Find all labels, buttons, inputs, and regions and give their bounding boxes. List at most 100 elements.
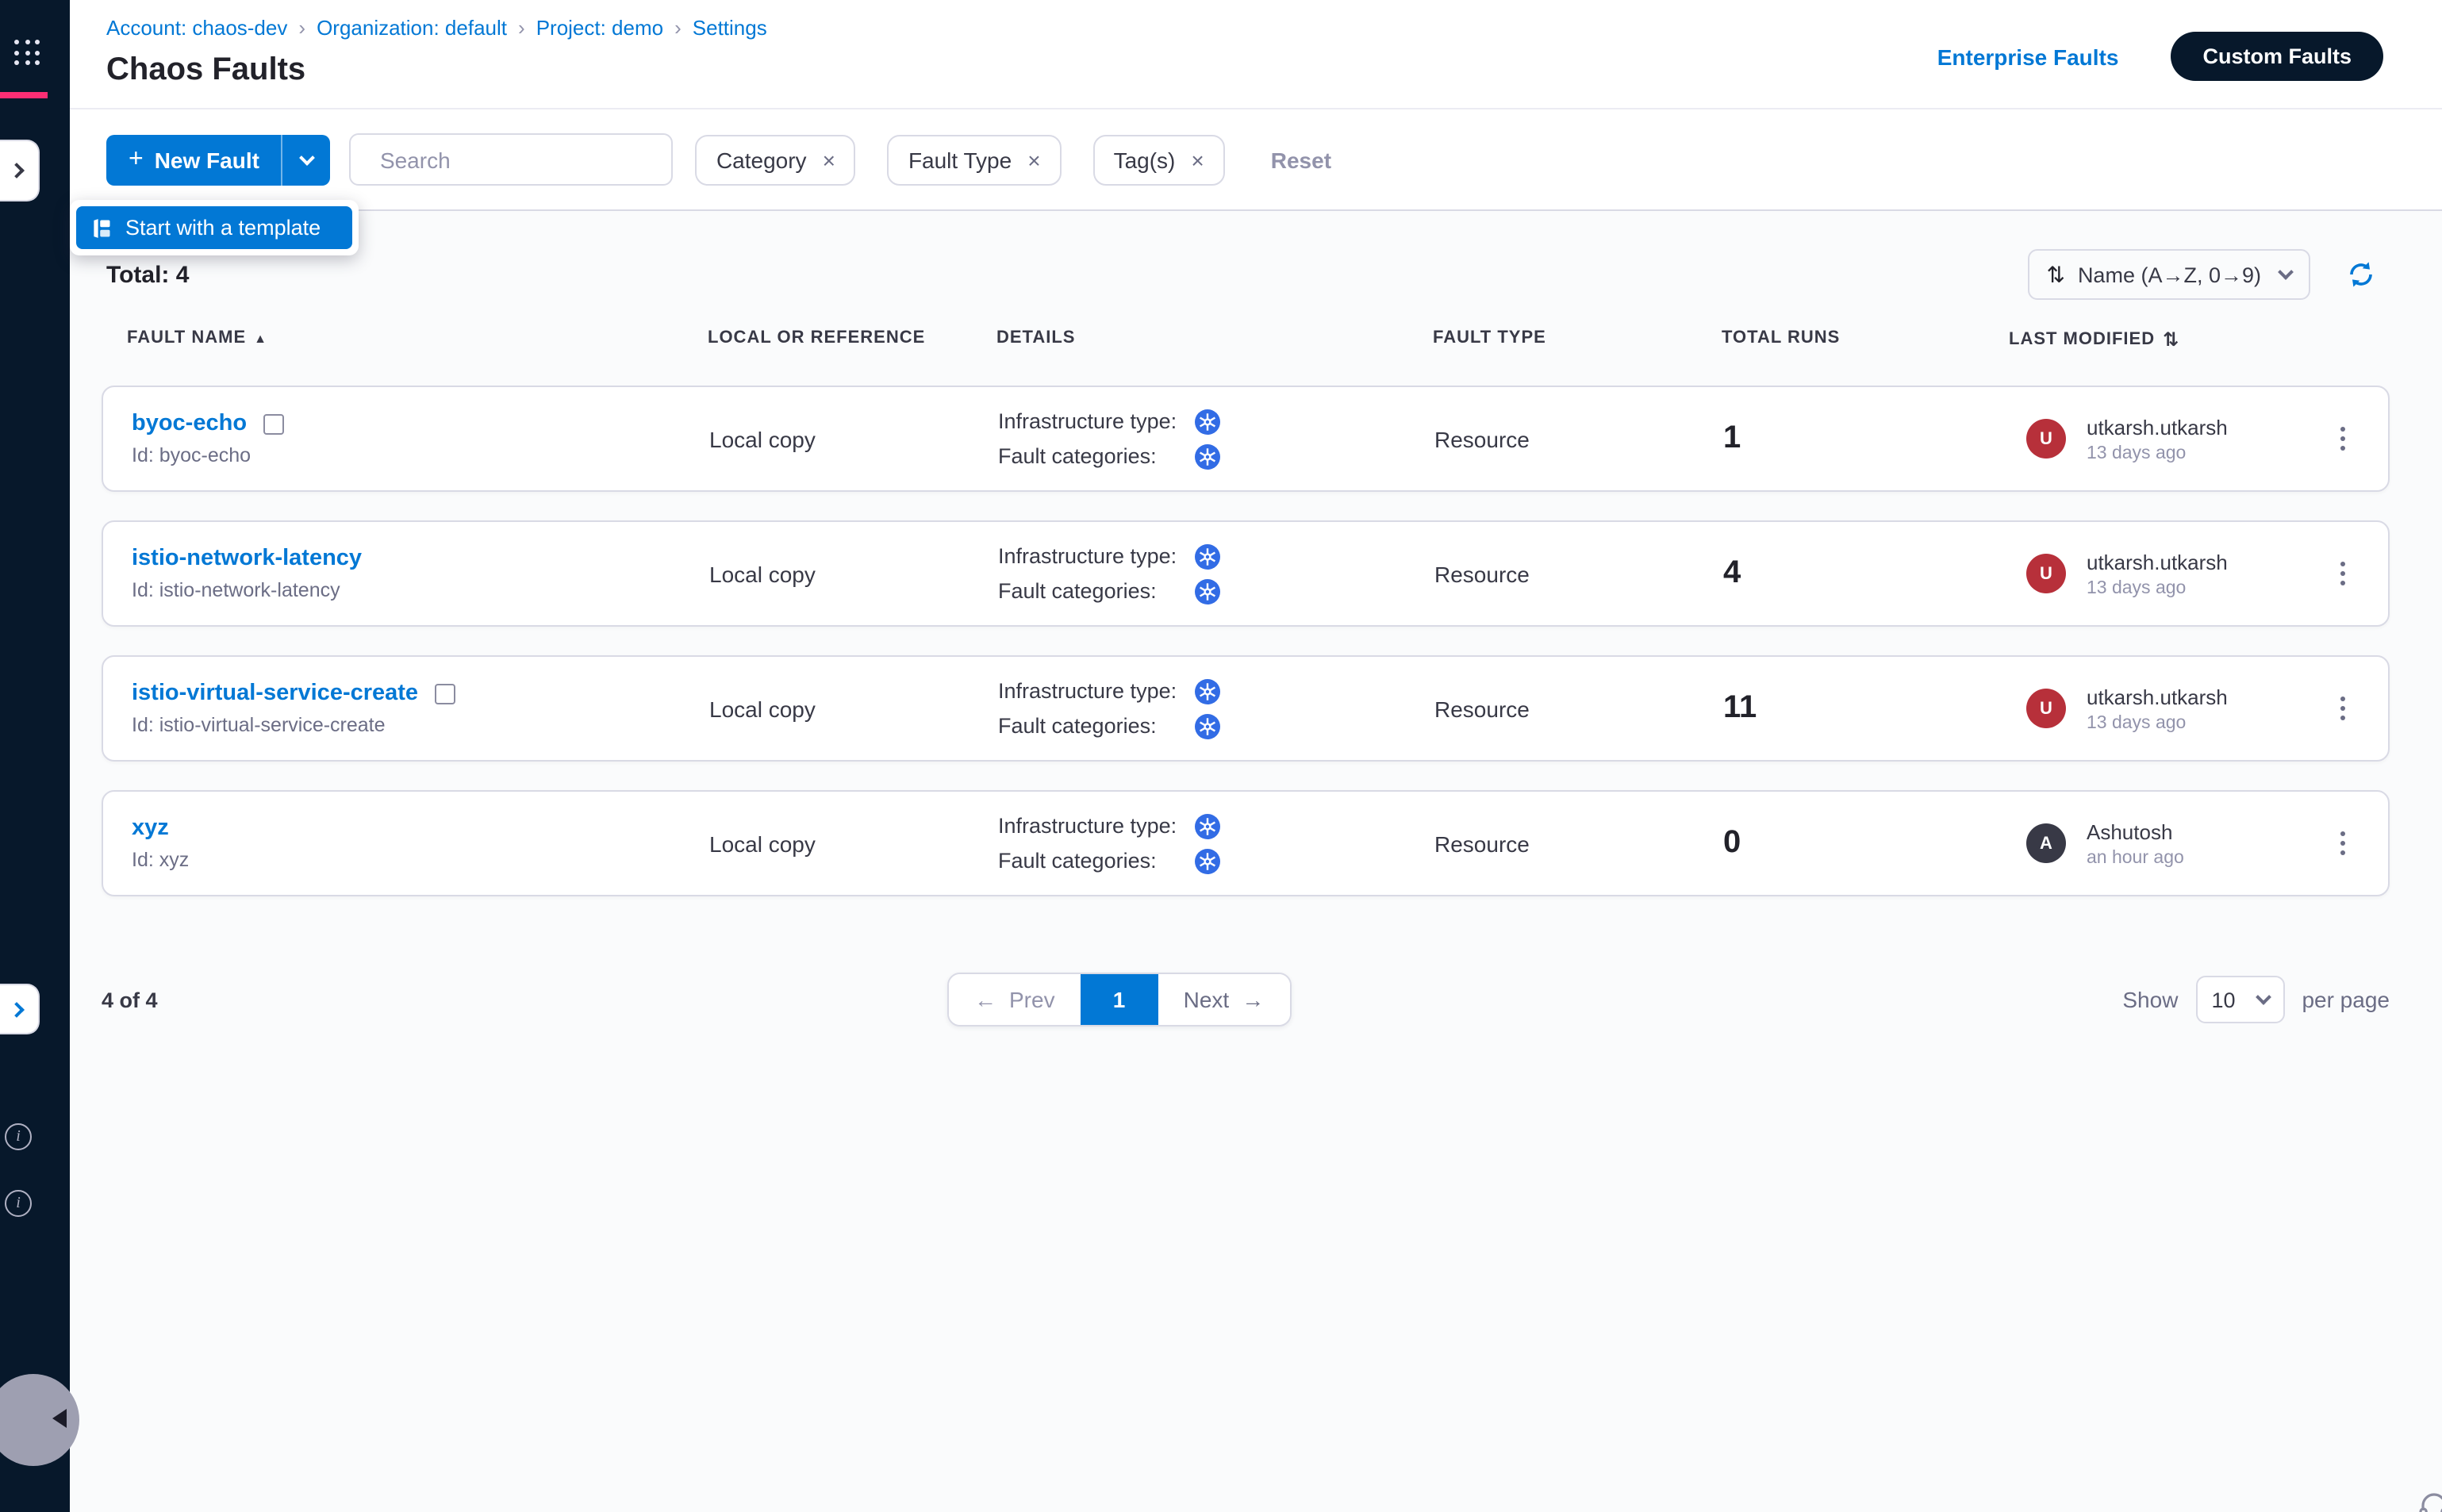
kubernetes-icon [1195, 848, 1220, 873]
per-page-label: per page [2302, 987, 2390, 1012]
column-label: TOTAL RUNS [1722, 328, 1840, 347]
breadcrumb-separator-icon: › [518, 16, 525, 40]
new-fault-menu: Start with a template [70, 200, 359, 255]
fault-type-value: Resource [1434, 792, 1530, 895]
start-with-template-item[interactable]: Start with a template [76, 206, 352, 249]
chevron-right-icon [9, 163, 25, 178]
total-count: Total: 4 [106, 261, 189, 288]
fault-name-cell: xyz Id: xyz [132, 792, 189, 895]
fault-type-value: Resource [1434, 387, 1530, 490]
sidebar-expand-button-secondary[interactable] [0, 984, 40, 1034]
infra-type-label: Infrastructure type: [998, 814, 1185, 838]
pager: ← Prev 1 Next → [947, 973, 1291, 1027]
fault-icon-placeholder [434, 683, 455, 704]
sort-icon: ⇅ [2163, 328, 2179, 351]
breadcrumb-project-link[interactable]: Project: demo [536, 16, 663, 40]
total-runs-value: 11 [1723, 657, 1757, 760]
new-fault-split-button: + New Fault [106, 134, 331, 185]
local-or-reference-value: Local copy [709, 522, 816, 625]
row-menu-button[interactable] [2326, 792, 2358, 895]
fault-name-link[interactable]: istio-network-latency [132, 546, 362, 571]
new-fault-button[interactable]: + New Fault [106, 134, 282, 185]
fault-details: Infrastructure type: Fault categories: [998, 522, 1220, 625]
fault-id: Id: istio-network-latency [132, 579, 340, 601]
search-input[interactable] [380, 147, 667, 172]
fault-row: xyz Id: xyz Local copy Infrastructure ty… [102, 790, 2390, 896]
header-actions: Enterprise Faults Custom Faults [1937, 32, 2383, 81]
fault-categories-label: Fault categories: [998, 714, 1185, 738]
reset-filters-button[interactable]: Reset [1271, 147, 1331, 172]
filter-chip-fault-type[interactable]: Fault Type × [888, 134, 1062, 185]
app-grid-icon[interactable] [14, 40, 41, 67]
fault-row: istio-network-latency Id: istio-network-… [102, 520, 2390, 627]
fault-categories-label: Fault categories: [998, 849, 1185, 873]
nav-resize-handle[interactable] [0, 1374, 79, 1466]
modified-time: 13 days ago [2087, 713, 2228, 732]
filter-chip-label: Category [716, 147, 807, 172]
fault-id: Id: xyz [132, 849, 189, 871]
row-menu-button[interactable] [2326, 387, 2358, 490]
breadcrumb-account-link[interactable]: Account: chaos-dev [106, 16, 287, 40]
chevron-down-icon [299, 149, 315, 165]
kubernetes-icon [1195, 813, 1220, 839]
info-icon[interactable]: i [5, 1123, 32, 1150]
modified-by-name: Ashutosh [2087, 819, 2184, 843]
breadcrumb-organization-link[interactable]: Organization: default [317, 16, 507, 40]
toolbar: + New Fault Category × Fault Type × [70, 109, 2442, 211]
table-header: FAULT NAME ▲ LOCAL OR REFERENCE DETAILS … [70, 328, 2442, 357]
avatar: U [2026, 419, 2066, 459]
refresh-button[interactable] [2345, 259, 2377, 290]
help-info-icon[interactable]: i [5, 1190, 32, 1217]
sidebar: i i [0, 0, 70, 1512]
close-icon[interactable]: × [1027, 147, 1040, 172]
fault-details: Infrastructure type: Fault categories: [998, 657, 1220, 760]
infra-type-label: Infrastructure type: [998, 544, 1185, 568]
fault-categories-label: Fault categories: [998, 579, 1185, 603]
local-or-reference-value: Local copy [709, 792, 816, 895]
page-size-value: 10 [2211, 988, 2235, 1011]
total-runs-value: 4 [1723, 522, 1741, 625]
total-runs-value: 1 [1723, 387, 1741, 490]
column-last-modified[interactable]: LAST MODIFIED ⇅ [2009, 328, 2179, 351]
column-local-or-reference: LOCAL OR REFERENCE [708, 328, 925, 347]
kubernetes-icon [1195, 543, 1220, 569]
enterprise-faults-link[interactable]: Enterprise Faults [1937, 44, 2119, 69]
close-icon[interactable]: × [1191, 147, 1204, 172]
modified-time: 13 days ago [2087, 578, 2228, 597]
column-fault-name[interactable]: FAULT NAME ▲ [127, 328, 267, 347]
kubernetes-icon [1195, 578, 1220, 604]
local-or-reference-value: Local copy [709, 657, 816, 760]
row-menu-button[interactable] [2326, 522, 2358, 625]
fault-categories-label: Fault categories: [998, 444, 1185, 468]
breadcrumb-separator-icon: › [674, 16, 682, 40]
page-header: Account: chaos-dev › Organization: defau… [70, 0, 2442, 109]
modified-by-name: utkarsh.utkarsh [2087, 550, 2228, 574]
column-label: LAST MODIFIED [2009, 330, 2155, 349]
column-label: DETAILS [996, 328, 1076, 347]
fault-id: Id: byoc-echo [132, 444, 251, 466]
page-size-select[interactable]: 10 [2195, 976, 2284, 1023]
filter-chip-category[interactable]: Category × [696, 134, 856, 185]
breadcrumb-settings-link[interactable]: Settings [693, 16, 767, 40]
fault-name-link[interactable]: byoc-echo [132, 411, 247, 436]
prev-page-button[interactable]: ← Prev [949, 974, 1081, 1025]
page-1-button[interactable]: 1 [1081, 974, 1158, 1025]
show-label: Show [2122, 987, 2178, 1012]
next-page-button[interactable]: Next → [1158, 974, 1290, 1025]
sort-dropdown[interactable]: ⇅ Name (A→Z, 0→9) [2027, 249, 2310, 300]
fault-name-link[interactable]: istio-virtual-service-create [132, 681, 418, 706]
sidebar-expand-button[interactable] [0, 140, 40, 201]
fault-row: byoc-echo Id: byoc-echo Local copy Infra… [102, 386, 2390, 492]
filter-chip-tags[interactable]: Tag(s) × [1093, 134, 1225, 185]
new-fault-dropdown-button[interactable] [282, 134, 331, 185]
close-icon[interactable]: × [823, 147, 835, 172]
pagination: 4 of 4 ← Prev 1 Next → Show 10 [102, 973, 2390, 1027]
modified-by-name: utkarsh.utkarsh [2087, 415, 2228, 439]
row-menu-button[interactable] [2326, 657, 2358, 760]
modified-time: an hour ago [2087, 848, 2184, 867]
help-chat-icon[interactable] [2415, 1488, 2442, 1512]
kubernetes-icon [1195, 713, 1220, 739]
custom-faults-button[interactable]: Custom Faults [2171, 32, 2383, 81]
fault-name-link[interactable]: xyz [132, 815, 169, 841]
plus-icon: + [129, 145, 144, 174]
